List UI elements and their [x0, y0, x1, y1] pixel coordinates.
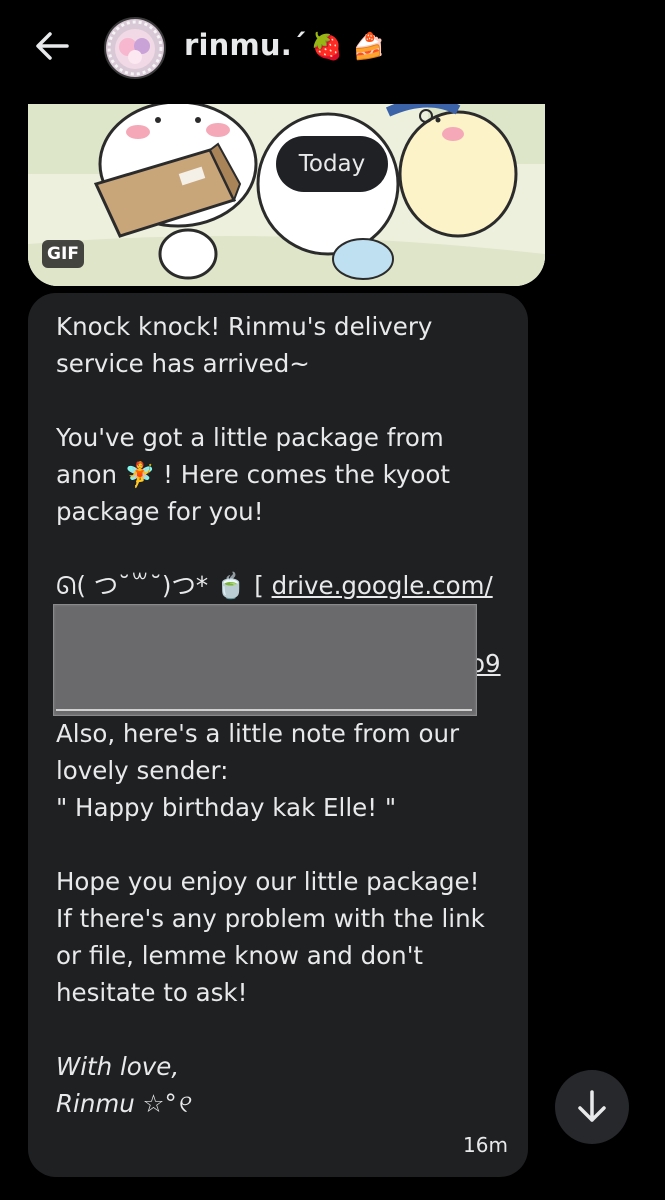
redaction-box	[53, 604, 477, 716]
message-line: service has arrived~	[56, 349, 310, 378]
message-line: You've got a little package from	[56, 423, 444, 452]
kaomoji: ᘏ( つ˘꒳˘)つ* 🍵	[56, 571, 247, 600]
gif-badge: GIF	[42, 240, 84, 268]
message-line: anon 🧚 ! Here comes the kyoot	[56, 460, 451, 489]
date-separator: Today	[276, 136, 388, 192]
signature-line: Rinmu ☆°୧	[56, 1089, 190, 1118]
link-underline	[56, 709, 472, 711]
message-line: " Happy birthday kak Elle! "	[56, 793, 397, 822]
drive-link[interactable]: drive.google.com/	[272, 571, 493, 600]
arrow-down-icon	[578, 1090, 606, 1122]
message-line: package for you!	[56, 497, 264, 526]
back-button[interactable]	[30, 26, 74, 66]
message-line: Also, here's a little note from our	[56, 719, 460, 748]
message-line: ᘏ( つ˘꒳˘)つ* 🍵 [ drive.google.com/	[56, 571, 493, 600]
signature-line: With love,	[56, 1052, 180, 1081]
message-line: Hope you enjoy our little package!	[56, 867, 480, 896]
message-line: or file, lemme know and don't	[56, 941, 424, 970]
avatar[interactable]	[104, 17, 166, 79]
fairy-emoji: 🧚	[124, 460, 156, 489]
message-line: hesitate to ask!	[56, 978, 248, 1007]
gif-media[interactable]	[28, 104, 545, 286]
title-emoji: 🍓 🍰	[310, 32, 386, 62]
message-timestamp: 16m	[463, 1133, 508, 1157]
conversation-header: rinmu.ˊ 🍓 🍰	[0, 0, 665, 96]
arrow-left-icon	[36, 32, 69, 60]
message-line: Knock knock! Rinmu's delivery	[56, 312, 433, 341]
message-line: lovely sender:	[56, 756, 229, 785]
username: rinmu.ˊ	[184, 28, 307, 62]
message-line: If there's any problem with the link	[56, 904, 485, 933]
scroll-to-bottom-button[interactable]	[555, 1070, 629, 1144]
conversation-title[interactable]: rinmu.ˊ 🍓 🍰	[184, 28, 385, 62]
